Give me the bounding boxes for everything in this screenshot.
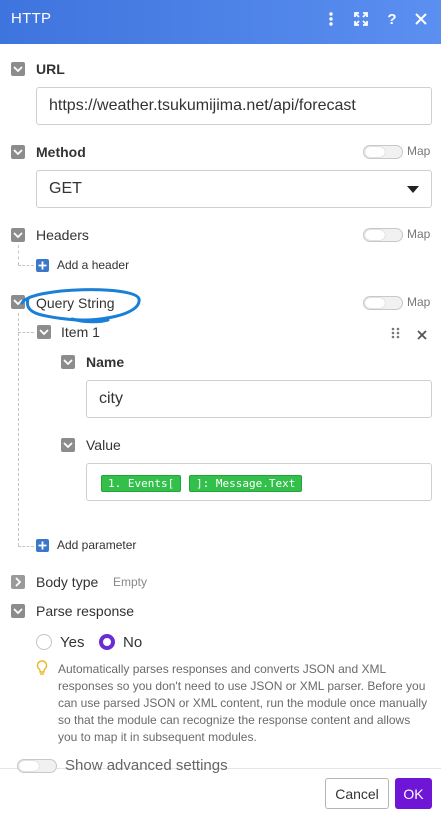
headers-map-toggle[interactable]: Map xyxy=(363,227,435,243)
advanced-settings-label: Show advanced settings xyxy=(65,757,228,774)
method-map-label: Map xyxy=(407,144,431,158)
module-header: HTTP ? xyxy=(0,0,441,44)
module-title: HTTP xyxy=(11,10,52,27)
expand-icon[interactable] xyxy=(352,10,370,28)
headers-map-label: Map xyxy=(407,227,431,241)
tree-connector xyxy=(18,265,34,266)
query-string-map-toggle[interactable]: Map xyxy=(363,295,435,311)
value-label: Value xyxy=(86,437,121,453)
add-parameter-link[interactable]: Add parameter xyxy=(57,538,136,552)
radio-yes-label: Yes xyxy=(60,634,85,651)
highlight-annotation xyxy=(20,288,141,324)
cancel-button[interactable]: Cancel xyxy=(325,778,389,809)
add-header-plus-icon[interactable] xyxy=(36,259,49,272)
parse-response-collapse-toggle[interactable] xyxy=(11,604,25,618)
ok-button[interactable]: OK xyxy=(395,778,432,809)
tree-connector xyxy=(18,245,19,265)
url-input[interactable]: https://weather.tsukumijima.net/api/fore… xyxy=(36,87,432,125)
mapped-value-pill[interactable]: ]: Message.Text xyxy=(189,475,303,492)
close-icon[interactable] xyxy=(412,10,430,28)
body-type-value: Empty xyxy=(113,575,148,589)
remove-item-icon[interactable] xyxy=(417,327,427,345)
radio-yes[interactable] xyxy=(36,634,52,650)
more-vertical-icon[interactable] xyxy=(322,10,340,28)
method-map-toggle[interactable]: Map xyxy=(363,144,435,160)
radio-no-label: No xyxy=(123,634,143,651)
add-parameter-plus-icon[interactable] xyxy=(36,539,49,552)
method-select-value: GET xyxy=(49,180,82,197)
item-collapse-toggle[interactable] xyxy=(37,325,51,339)
headers-label: Headers xyxy=(36,227,89,243)
body-type-expand-toggle[interactable] xyxy=(11,575,25,589)
help-icon[interactable]: ? xyxy=(383,10,401,28)
url-collapse-toggle[interactable] xyxy=(11,62,25,76)
name-input[interactable]: city xyxy=(86,380,432,418)
body-type-label: Body type xyxy=(36,574,99,590)
url-label: URL xyxy=(36,61,65,77)
parse-response-help-text: Automatically parses responses and conve… xyxy=(58,662,428,744)
query-string-map-label: Map xyxy=(407,295,431,309)
value-input[interactable]: 1. Events[ ]: Message.Text xyxy=(86,463,432,501)
mapped-value-pill[interactable]: 1. Events[ xyxy=(101,475,182,492)
advanced-settings-toggle[interactable] xyxy=(17,758,63,774)
drag-handle-icon[interactable] xyxy=(391,326,401,344)
headers-collapse-toggle[interactable] xyxy=(11,228,25,242)
tree-connector xyxy=(18,332,34,333)
parse-response-label: Parse response xyxy=(36,603,135,619)
method-select[interactable]: GET xyxy=(36,170,432,208)
lightbulb-icon xyxy=(36,660,48,681)
tree-connector xyxy=(18,313,19,546)
radio-no[interactable] xyxy=(99,634,115,650)
tree-connector xyxy=(18,546,34,547)
name-collapse-toggle[interactable] xyxy=(61,355,75,369)
add-header-link[interactable]: Add a header xyxy=(57,258,129,272)
method-label: Method xyxy=(36,144,86,160)
value-collapse-toggle[interactable] xyxy=(61,438,75,452)
method-collapse-toggle[interactable] xyxy=(11,145,25,159)
name-label: Name xyxy=(86,354,125,370)
item-label: Item 1 xyxy=(61,324,100,340)
caret-down-icon xyxy=(407,186,419,193)
